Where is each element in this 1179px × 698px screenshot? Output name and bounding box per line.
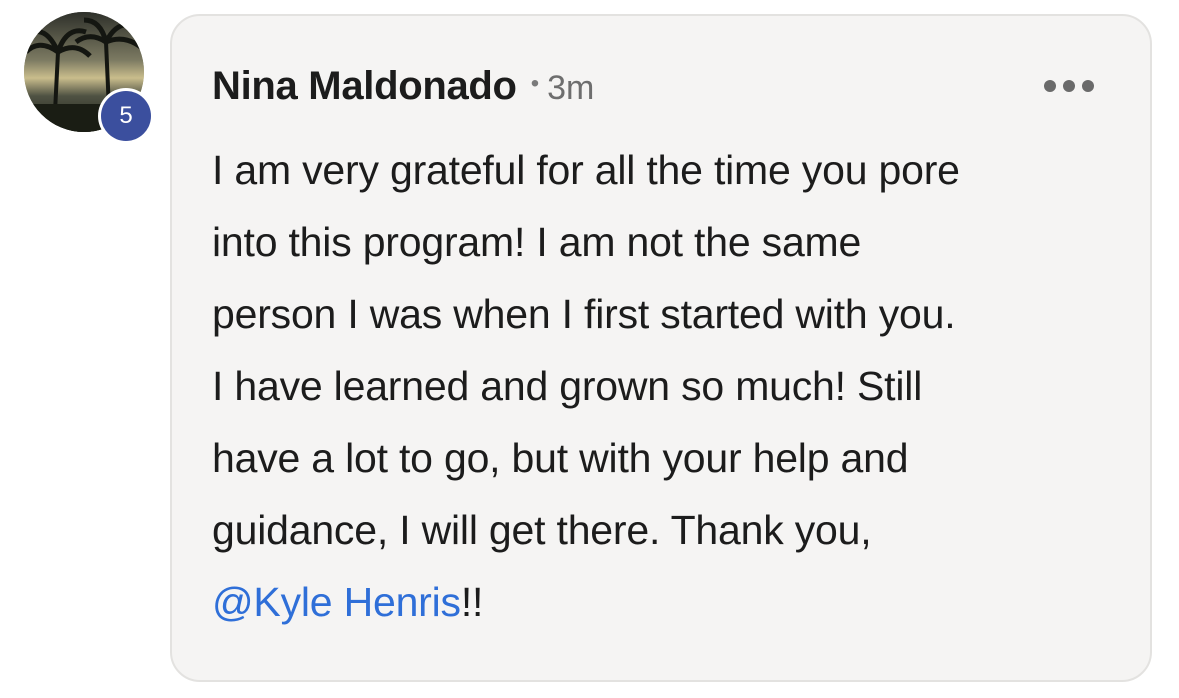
comment-body: I am very grateful for all the time you …	[212, 134, 1122, 638]
timestamp[interactable]: 3m	[547, 69, 594, 108]
more-dot	[1063, 80, 1075, 92]
mention-suffix: !!	[460, 579, 484, 625]
mention-link[interactable]: @Kyle Henris	[212, 579, 461, 625]
body-line: guidance, I will get there. Thank you,	[212, 507, 872, 553]
avatar-badge: 5	[98, 88, 154, 144]
separator-dot: •	[530, 70, 540, 97]
body-line: person I was when I first started with y…	[212, 291, 956, 337]
body-line: I am very grateful for all the time you …	[212, 147, 960, 193]
body-line: have a lot to go, but with your help and	[212, 435, 909, 481]
badge-count: 5	[101, 91, 151, 141]
more-dot	[1044, 80, 1056, 92]
more-horizontal-icon[interactable]	[1044, 74, 1094, 98]
body-line: into this program! I am not the same	[212, 219, 862, 265]
more-dot	[1082, 80, 1094, 92]
comment-header: Nina Maldonado • 3m	[212, 64, 594, 109]
body-line-last: @Kyle Henris!!	[212, 566, 1122, 638]
author-name[interactable]: Nina Maldonado	[212, 64, 517, 109]
comment-bubble: Nina Maldonado • 3m I am very grateful f…	[170, 14, 1152, 682]
comment-container: 5 Nina Maldonado • 3m I am very grateful…	[0, 0, 1179, 698]
body-line: I have learned and grown so much! Still	[212, 363, 923, 409]
